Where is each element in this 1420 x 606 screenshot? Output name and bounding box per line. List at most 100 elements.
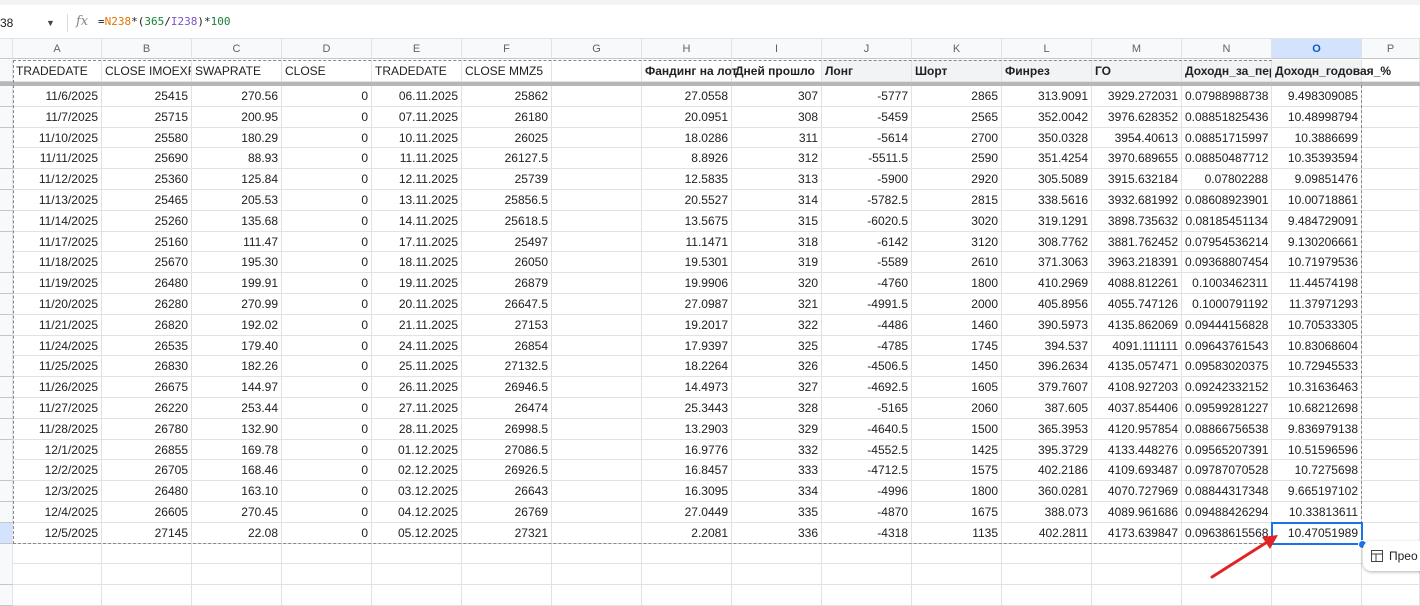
cell-e[interactable]: 05.12.2025 xyxy=(372,523,462,544)
cell-g[interactable] xyxy=(552,523,642,544)
row-header[interactable] xyxy=(0,190,13,211)
cell-p[interactable] xyxy=(1362,502,1420,523)
cell-n[interactable]: 0.1003462311 xyxy=(1182,273,1272,294)
cell-e[interactable]: 13.11.2025 xyxy=(372,190,462,211)
cell-e[interactable]: 21.11.2025 xyxy=(372,315,462,336)
cell-c[interactable]: 144.97 xyxy=(192,377,282,398)
row-header[interactable] xyxy=(0,419,13,440)
cell-a[interactable]: 12/4/2025 xyxy=(13,502,102,523)
cell-a[interactable]: 11/12/2025 xyxy=(13,169,102,190)
cell-m[interactable]: 3881.762452 xyxy=(1092,232,1182,252)
cell-k[interactable]: 2815 xyxy=(912,190,1002,211)
cell-m[interactable]: 4088.812261 xyxy=(1092,273,1182,294)
cell-a[interactable]: 11/19/2025 xyxy=(13,273,102,294)
cell-e[interactable]: 17.11.2025 xyxy=(372,232,462,252)
cell-h[interactable]: 8.8926 xyxy=(642,148,732,169)
cell-p[interactable] xyxy=(1362,252,1420,273)
cell-j[interactable]: -6020.5 xyxy=(822,211,912,232)
cell-a[interactable]: 11/10/2025 xyxy=(13,128,102,148)
row-header[interactable] xyxy=(0,460,13,481)
cell-f[interactable]: 27321 xyxy=(462,523,552,544)
cell-p[interactable] xyxy=(1362,232,1420,252)
cell-g[interactable] xyxy=(552,107,642,128)
cell-k[interactable]: 1800 xyxy=(912,273,1002,294)
empty-cell[interactable] xyxy=(102,585,192,606)
cell-j[interactable]: -4640.5 xyxy=(822,419,912,440)
cell-d[interactable]: 0 xyxy=(282,128,372,148)
row-header[interactable] xyxy=(0,86,13,107)
cell-a[interactable]: 11/14/2025 xyxy=(13,211,102,232)
cell-j[interactable]: -4996 xyxy=(822,481,912,502)
cell-a[interactable]: 11/17/2025 xyxy=(13,232,102,252)
cell-m[interactable]: 4091.111111 xyxy=(1092,336,1182,356)
cell-h[interactable]: 27.0558 xyxy=(642,86,732,107)
cell-p[interactable] xyxy=(1362,107,1420,128)
column-header-g[interactable]: G xyxy=(552,39,642,59)
empty-cell[interactable] xyxy=(732,564,822,585)
cell-d[interactable]: 0 xyxy=(282,419,372,440)
column-header-o[interactable]: O xyxy=(1272,39,1362,59)
cell-c[interactable]: 192.02 xyxy=(192,315,282,336)
cell-a[interactable]: 11/13/2025 xyxy=(13,190,102,211)
cell-f[interactable]: 27132.5 xyxy=(462,356,552,377)
cell-k[interactable]: 2865 xyxy=(912,86,1002,107)
empty-cell[interactable] xyxy=(462,585,552,606)
cell-o[interactable]: 10.71979536 xyxy=(1272,252,1362,273)
column-header-l[interactable]: L xyxy=(1002,39,1092,59)
cell-o[interactable]: 10.7275698 xyxy=(1272,460,1362,481)
cell-i[interactable]: 312 xyxy=(732,148,822,169)
cell-p[interactable] xyxy=(1362,356,1420,377)
row-header[interactable] xyxy=(0,60,13,82)
cell-d[interactable]: 0 xyxy=(282,523,372,544)
cell-m[interactable]: 4108.927203 xyxy=(1092,377,1182,398)
cell-e[interactable]: 10.11.2025 xyxy=(372,128,462,148)
empty-cell[interactable] xyxy=(462,564,552,585)
cell-p[interactable] xyxy=(1362,315,1420,336)
cell-h[interactable]: 20.0951 xyxy=(642,107,732,128)
cell-o[interactable]: 10.48998794 xyxy=(1272,107,1362,128)
cell-g[interactable] xyxy=(552,440,642,460)
cell-k[interactable]: 1675 xyxy=(912,502,1002,523)
row-header[interactable] xyxy=(0,128,13,149)
empty-cell[interactable] xyxy=(462,544,552,564)
cell-n[interactable]: 0.09565207391 xyxy=(1182,440,1272,460)
cell-i[interactable]: 313 xyxy=(732,169,822,190)
cell-b[interactable]: 25690 xyxy=(102,148,192,169)
cell-f[interactable]: 26474 xyxy=(462,398,552,419)
cell-h[interactable]: 27.0449 xyxy=(642,502,732,523)
cell-b[interactable]: 26675 xyxy=(102,377,192,398)
cell-e[interactable]: 12.11.2025 xyxy=(372,169,462,190)
cell-d[interactable]: 0 xyxy=(282,107,372,128)
cell-a[interactable]: 11/24/2025 xyxy=(13,336,102,356)
header-cell-j[interactable]: Лонг xyxy=(822,60,912,82)
cell-e[interactable]: 03.12.2025 xyxy=(372,481,462,502)
cell-e[interactable]: 11.11.2025 xyxy=(372,148,462,169)
row-header[interactable] xyxy=(0,294,13,315)
cell-e[interactable]: 28.11.2025 xyxy=(372,419,462,440)
cell-d[interactable]: 0 xyxy=(282,211,372,232)
cell-i[interactable]: 327 xyxy=(732,377,822,398)
row-header[interactable] xyxy=(0,523,13,544)
cell-d[interactable]: 0 xyxy=(282,190,372,211)
row-header[interactable] xyxy=(0,336,13,357)
cell-l[interactable]: 410.2969 xyxy=(1002,273,1092,294)
cell-l[interactable]: 405.8956 xyxy=(1002,294,1092,315)
cell-d[interactable]: 0 xyxy=(282,169,372,190)
cell-b[interactable]: 25465 xyxy=(102,190,192,211)
cell-m[interactable]: 4135.057471 xyxy=(1092,356,1182,377)
cell-h[interactable]: 2.2081 xyxy=(642,523,732,544)
cell-j[interactable]: -4870 xyxy=(822,502,912,523)
empty-cell[interactable] xyxy=(13,585,102,606)
header-cell-b[interactable]: CLOSE IMOEXF xyxy=(102,60,192,82)
cell-b[interactable]: 25160 xyxy=(102,232,192,252)
cell-f[interactable]: 26180 xyxy=(462,107,552,128)
empty-cell[interactable] xyxy=(1272,585,1362,606)
header-cell-m[interactable]: ГО xyxy=(1092,60,1182,82)
cell-e[interactable]: 07.11.2025 xyxy=(372,107,462,128)
cell-g[interactable] xyxy=(552,252,642,273)
cell-m[interactable]: 3898.735632 xyxy=(1092,211,1182,232)
cell-p[interactable] xyxy=(1362,460,1420,481)
header-cell-n[interactable]: Доходн_за_пер xyxy=(1182,60,1272,82)
empty-cell[interactable] xyxy=(1182,544,1272,564)
cell-a[interactable]: 11/18/2025 xyxy=(13,252,102,273)
